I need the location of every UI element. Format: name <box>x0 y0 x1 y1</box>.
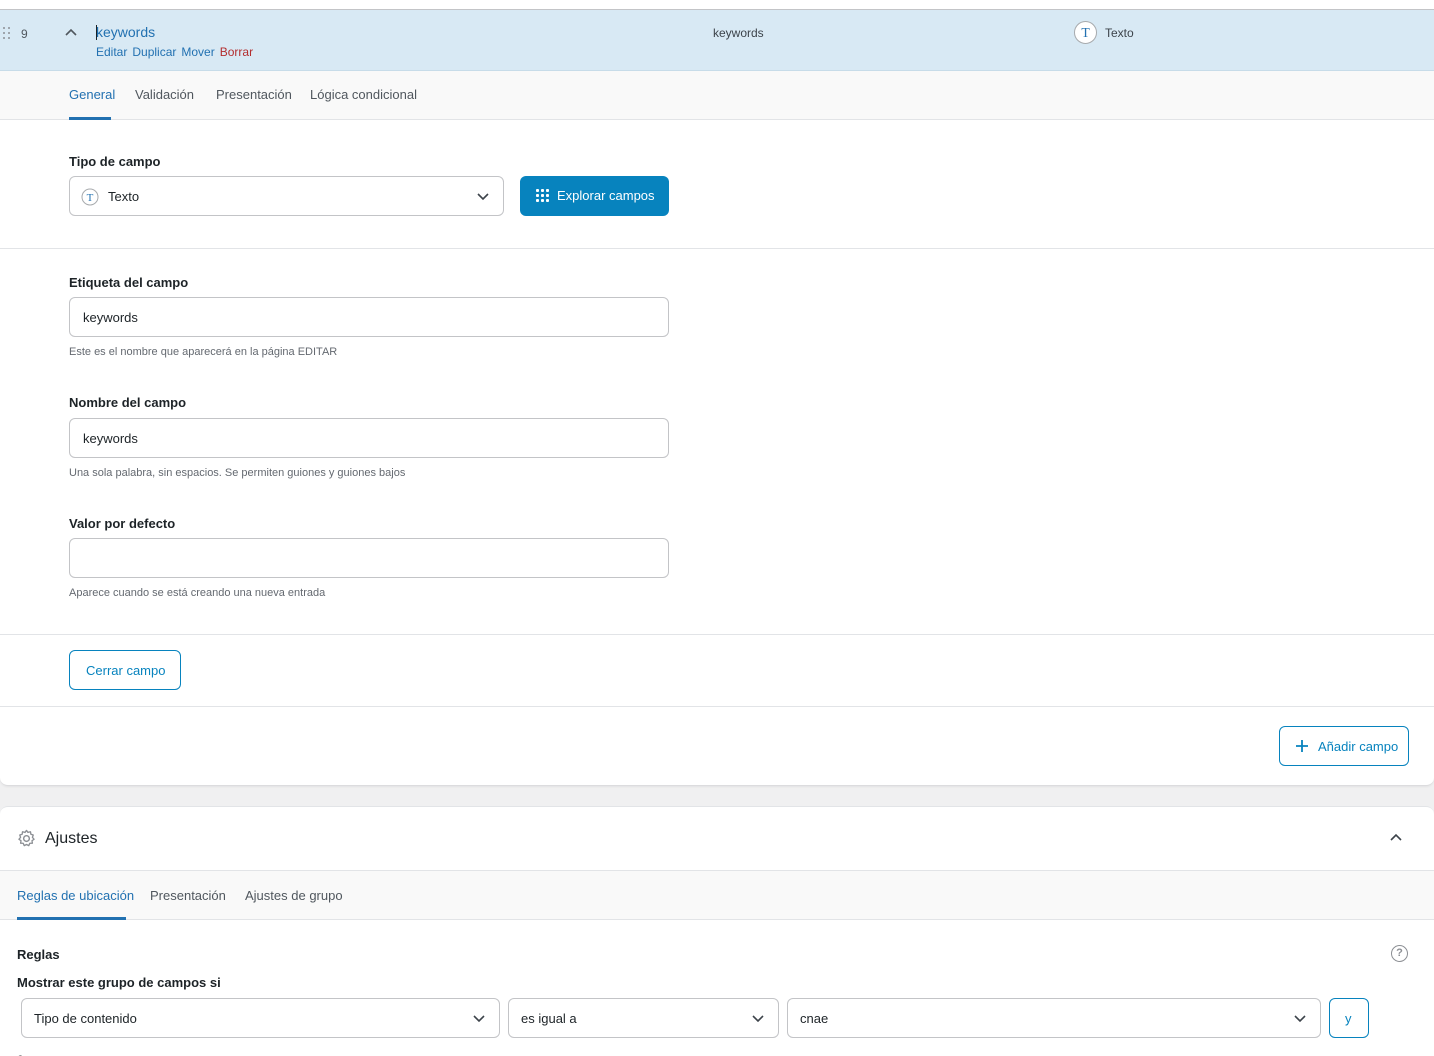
default-value-help: Aparece cuando se está creando una nueva… <box>69 587 326 599</box>
settings-header[interactable]: Ajustes <box>0 807 1434 871</box>
rule-param-value: Tipo de contenido <box>34 1011 137 1026</box>
and-rule-label: y <box>1345 1011 1352 1026</box>
explore-fields-label: Explorar campos <box>557 188 655 203</box>
row-actions: Editar Duplicar Mover Borrar <box>96 45 258 59</box>
tab-reglas-de-ubicacion[interactable]: Reglas de ubicación <box>17 888 134 903</box>
tab-ajustes-de-grupo[interactable]: Ajustes de grupo <box>245 888 343 903</box>
grid-icon <box>536 189 549 202</box>
text-type-icon: T <box>1074 21 1097 44</box>
help-icon[interactable]: ? <box>1391 945 1408 962</box>
add-field-label: Añadir campo <box>1318 739 1399 754</box>
settings-panel: Ajustes Reglas de ubicación Presentación… <box>0 806 1434 1056</box>
explore-fields-button[interactable]: Explorar campos <box>520 176 669 216</box>
field-title-link[interactable]: keywords <box>96 24 155 40</box>
field-type-value: Texto <box>108 189 140 204</box>
text-type-glyph: T <box>1081 25 1090 40</box>
rule-value-select[interactable]: cnae <box>787 998 1321 1038</box>
field-order-number: 9 <box>21 27 28 41</box>
field-type-label: Tipo de campo <box>69 154 161 169</box>
rule-operator-select[interactable]: es igual a <box>508 998 779 1038</box>
plus-icon <box>1296 740 1308 752</box>
tab-logica-condicional[interactable]: Lógica condicional <box>310 87 417 102</box>
divider <box>0 634 1434 635</box>
previous-row-edge <box>0 0 1434 10</box>
delete-link[interactable]: Borrar <box>220 45 253 59</box>
field-type-select[interactable]: T Texto <box>69 176 504 216</box>
field-label-value: keywords <box>83 310 138 325</box>
gear-icon <box>18 829 35 847</box>
move-link[interactable]: Mover <box>181 45 214 59</box>
text-cursor <box>96 25 97 40</box>
field-name-input[interactable]: keywords <box>69 418 669 458</box>
field-row[interactable]: 9 keywords Editar Duplicar Mover Borrar key… <box>0 10 1434 71</box>
or-label: o <box>17 1051 24 1056</box>
field-label-input[interactable]: keywords <box>69 297 669 337</box>
chevron-down-icon <box>477 193 489 201</box>
field-editor-card: 9 keywords Editar Duplicar Mover Borrar key… <box>0 0 1434 786</box>
edit-link[interactable]: Editar <box>96 45 127 59</box>
field-label-help: Este es el nombre que aparecerá en la pá… <box>69 346 338 358</box>
rules-title: Reglas <box>17 947 60 962</box>
chevron-down-icon <box>1294 1015 1306 1023</box>
field-name-help: Una sola palabra, sin espacios. Se permi… <box>69 467 406 479</box>
active-tab-indicator <box>17 917 126 920</box>
field-type-column: Texto <box>1105 26 1134 40</box>
drag-handle-icon[interactable] <box>3 27 11 39</box>
tab-presentacion[interactable]: Presentación <box>150 888 226 903</box>
field-label-label: Etiqueta del campo <box>69 275 189 290</box>
default-value-input[interactable] <box>69 538 669 578</box>
rule-value-value: cnae <box>800 1011 829 1026</box>
chevron-down-icon <box>752 1015 764 1023</box>
tab-presentacion[interactable]: Presentación <box>216 87 292 102</box>
add-field-button[interactable]: Añadir campo <box>1279 726 1409 766</box>
chevron-down-icon <box>473 1015 485 1023</box>
tab-validacion[interactable]: Validación <box>135 87 194 102</box>
rule-operator-value: es igual a <box>521 1011 577 1026</box>
chevron-up-icon[interactable] <box>64 26 78 40</box>
active-tab-indicator <box>69 117 111 120</box>
default-value-label: Valor por defecto <box>69 516 176 531</box>
close-field-label: Cerrar campo <box>86 663 166 678</box>
rules-subtitle: Mostrar este grupo de campos si <box>17 975 221 990</box>
field-name-label: Nombre del campo <box>69 395 187 410</box>
text-type-glyph: T <box>87 192 94 204</box>
duplicate-link[interactable]: Duplicar <box>132 45 176 59</box>
divider <box>0 248 1434 249</box>
divider <box>0 706 1434 707</box>
field-name-column: keywords <box>713 26 764 40</box>
rule-param-select[interactable]: Tipo de contenido <box>21 998 500 1038</box>
text-type-icon: T <box>81 188 99 206</box>
close-field-button[interactable]: Cerrar campo <box>69 650 181 690</box>
settings-tabs: Reglas de ubicación Presentación Ajustes… <box>0 871 1434 920</box>
field-title-text: keywords <box>96 24 156 40</box>
chevron-up-icon[interactable] <box>1389 831 1403 845</box>
settings-title: Ajustes <box>45 830 98 847</box>
and-rule-button[interactable]: y <box>1329 998 1369 1038</box>
tab-general[interactable]: General <box>69 87 115 102</box>
field-name-value: keywords <box>83 431 138 446</box>
field-tabs: General Validación Presentación Lógica c… <box>0 71 1434 120</box>
